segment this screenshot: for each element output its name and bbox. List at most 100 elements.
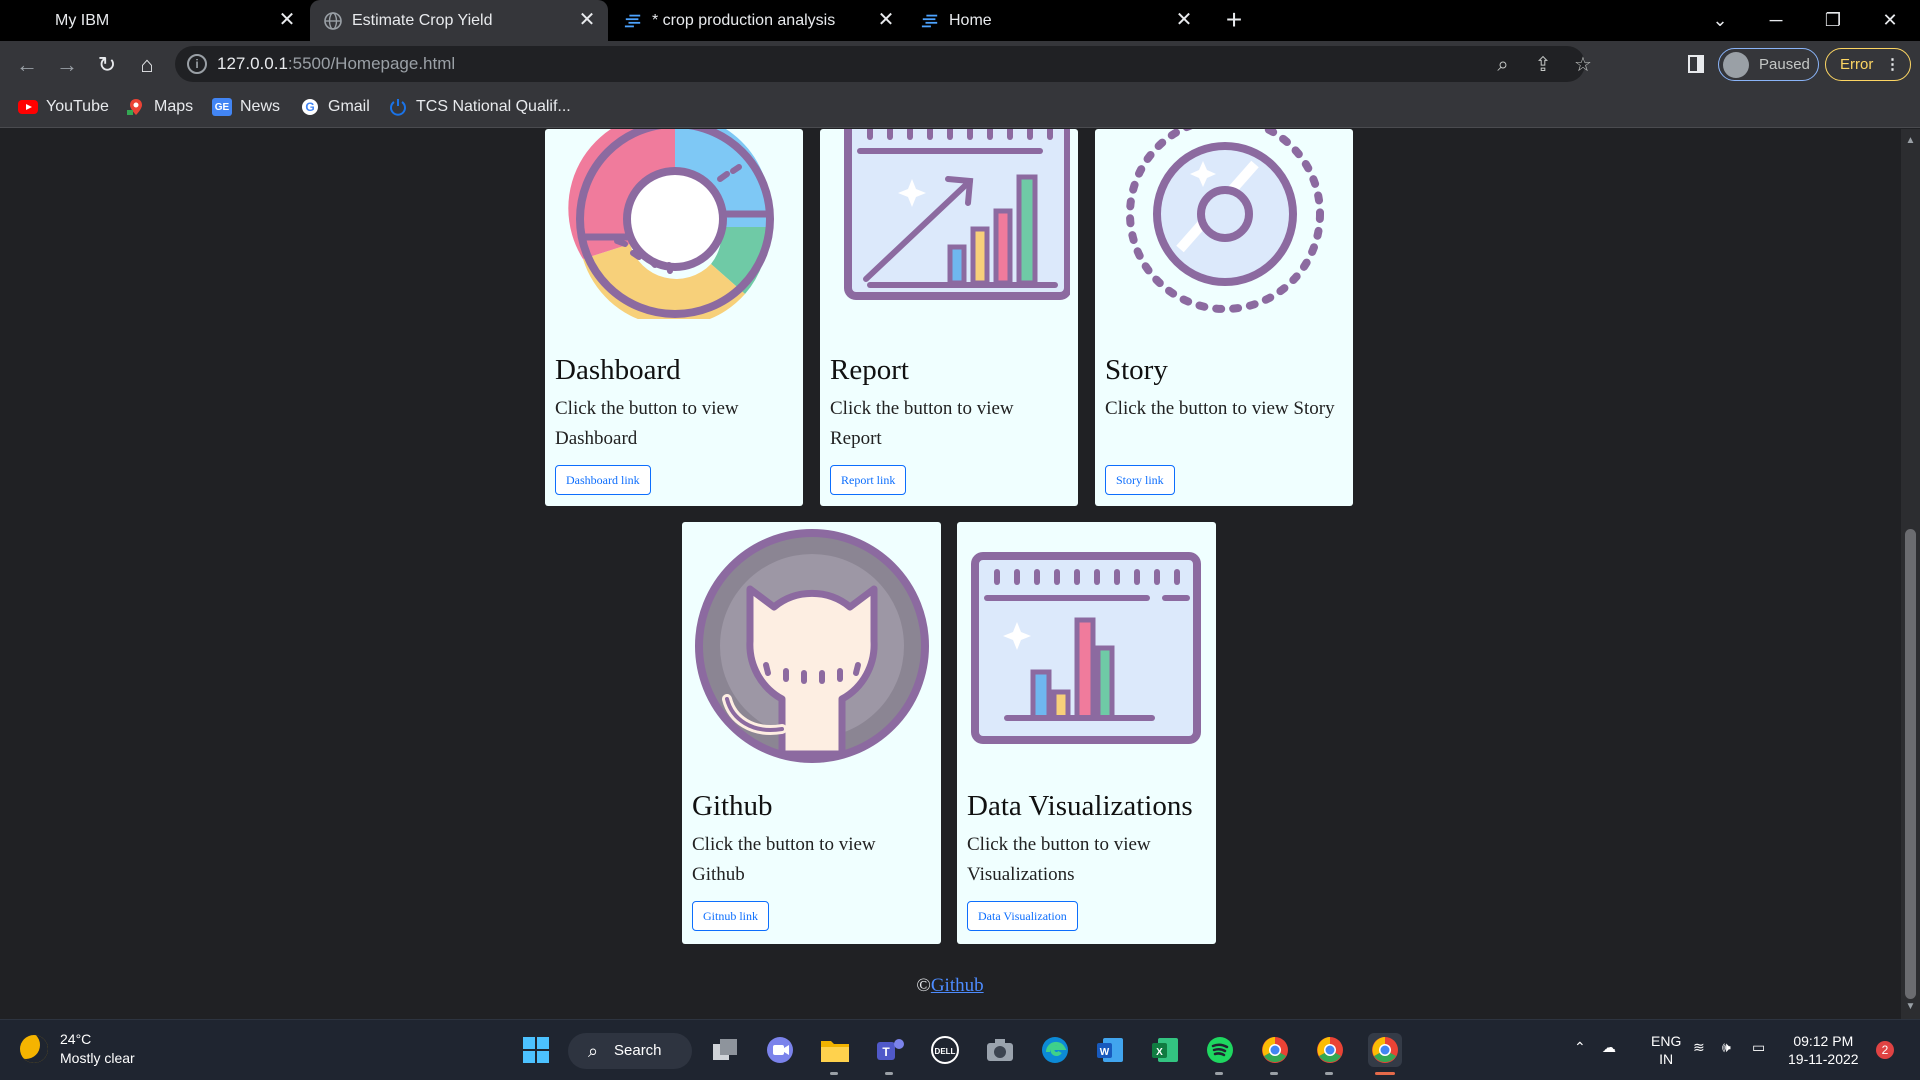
google-icon: G — [300, 98, 320, 116]
dell-icon[interactable]: DELL — [928, 1033, 962, 1067]
tab-strip: My IBM ✕ Estimate Crop Yield ✕ * crop pr… — [0, 0, 1920, 41]
new-tab-button[interactable]: + — [1220, 6, 1248, 34]
forward-arrow-icon[interactable]: → — [52, 50, 82, 80]
back-arrow-icon[interactable]: ← — [12, 50, 42, 80]
restore-icon[interactable]: ❐ — [1813, 6, 1853, 34]
search-label: Search — [614, 1042, 662, 1059]
excel-icon[interactable]: X — [1148, 1033, 1182, 1067]
dashboard-link-button[interactable]: Dashboard link — [555, 465, 651, 495]
show-hidden-icons[interactable]: ⌃ — [1574, 1038, 1586, 1056]
report-chart-icon — [830, 129, 1072, 349]
home-icon[interactable]: ⌂ — [132, 50, 162, 80]
tab-search-chevron-icon[interactable]: ⌄ — [1700, 6, 1740, 34]
spotify-icon[interactable] — [1203, 1033, 1237, 1067]
error-button[interactable]: Error ⋮ — [1825, 48, 1911, 81]
site-info-icon[interactable]: i — [187, 54, 207, 74]
onedrive-icon[interactable]: ☁ — [1602, 1038, 1616, 1056]
bookmark-maps[interactable]: Maps — [126, 98, 193, 116]
card-title: Github — [692, 790, 773, 822]
close-window-icon[interactable]: ✕ — [1870, 6, 1910, 34]
tab-home[interactable]: Home ✕ — [909, 0, 1205, 41]
page-scrollbar[interactable]: ▲ ▼ — [1901, 129, 1920, 1019]
bookmark-gmail[interactable]: G Gmail — [300, 98, 370, 116]
github-link-button[interactable]: Gitnub link — [692, 901, 770, 931]
zoom-icon[interactable]: ⌕ — [1490, 52, 1516, 78]
clock-time: 09:12 PM — [1793, 1033, 1854, 1049]
taskbar-search[interactable]: ⌕ Search — [568, 1033, 692, 1069]
camera-icon[interactable] — [983, 1033, 1017, 1067]
reload-icon[interactable]: ↻ — [92, 50, 122, 80]
tab-my-ibm[interactable]: My IBM ✕ — [0, 0, 308, 41]
footer-github-link[interactable]: Github — [931, 975, 984, 996]
running-indicator — [830, 1072, 838, 1075]
volume-icon[interactable]: 🕪 — [1722, 1038, 1731, 1056]
close-tab-icon[interactable]: ✕ — [276, 9, 298, 31]
scrollbar-thumb[interactable] — [1905, 529, 1916, 999]
card-description: Click the button to view Dashboard — [555, 398, 739, 449]
bookmark-label: TCS National Qualif... — [416, 98, 571, 115]
running-indicator — [885, 1072, 893, 1075]
windows-taskbar: 24°C Mostly clear ⌕ Search T DELL W X ⌃ … — [0, 1019, 1920, 1080]
chrome-profile-icon[interactable] — [1258, 1033, 1292, 1067]
bookmark-label: News — [240, 98, 281, 115]
bookmark-star-icon[interactable]: ☆ — [1570, 52, 1596, 78]
battery-icon[interactable]: ▭ — [1752, 1038, 1765, 1056]
side-panel-icon[interactable] — [1688, 55, 1704, 73]
close-tab-icon[interactable]: ✕ — [875, 9, 897, 31]
story-link-button[interactable]: Story link — [1105, 465, 1175, 495]
edge-icon[interactable] — [1038, 1033, 1072, 1067]
close-tab-icon[interactable]: ✕ — [1173, 9, 1195, 31]
address-path: :5500/Homepage.html — [287, 54, 456, 73]
address-bar[interactable]: i 127.0.0.1:5500/Homepage.html ⌕ ⇪ ☆ — [175, 46, 1592, 82]
chrome-active-icon[interactable] — [1368, 1033, 1402, 1067]
scroll-up-icon[interactable]: ▲ — [1905, 135, 1916, 146]
card-github: Github Click the button to view Github G… — [682, 522, 941, 944]
file-explorer-icon[interactable] — [818, 1033, 852, 1067]
page-footer: ©Github — [0, 975, 1900, 997]
tab-title: * crop production analysis — [652, 11, 836, 29]
card-title: Report — [830, 354, 909, 386]
page-viewport: Dashboard Click the button to view Dashb… — [0, 129, 1920, 1019]
windows-start-icon[interactable] — [519, 1033, 553, 1067]
avatar — [1723, 51, 1749, 78]
bookmark-youtube[interactable]: YouTube — [18, 98, 109, 116]
globe-icon — [324, 11, 342, 30]
bookmark-news[interactable]: GE News — [212, 98, 280, 116]
minimize-icon[interactable]: ─ — [1756, 6, 1796, 34]
data-visualization-button[interactable]: Data Visualization — [967, 901, 1078, 931]
address-host: 127.0.0.1 — [217, 54, 288, 73]
task-view-icon[interactable] — [708, 1033, 742, 1067]
share-icon[interactable]: ⇪ — [1530, 52, 1556, 78]
chrome-icon[interactable] — [1313, 1033, 1347, 1067]
language-indicator[interactable]: ENG IN — [1651, 1032, 1681, 1068]
bookmark-tcs[interactable]: TCS National Qualif... — [388, 98, 571, 116]
running-indicator — [1215, 1072, 1223, 1075]
bookmark-label: Maps — [154, 98, 194, 115]
profile-button[interactable]: Paused — [1718, 48, 1819, 81]
weather-widget[interactable]: 24°C Mostly clear — [20, 1030, 135, 1068]
wifi-icon[interactable]: ≋ — [1693, 1038, 1705, 1056]
donut-chart-icon — [555, 129, 795, 349]
bar-chart-window-icon — [967, 552, 1207, 782]
weather-temp: 24°C — [60, 1031, 92, 1047]
menu-dots-icon[interactable]: ⋮ — [1885, 49, 1900, 80]
profile-status: Paused — [1759, 56, 1810, 73]
tab-estimate-crop-yield[interactable]: Estimate Crop Yield ✕ — [310, 0, 608, 41]
scroll-down-icon[interactable]: ▼ — [1905, 1001, 1916, 1012]
story-disc-icon — [1105, 129, 1345, 349]
notification-badge[interactable]: 2 — [1876, 1041, 1894, 1059]
teams-icon[interactable]: T — [873, 1033, 907, 1067]
card-dashboard: Dashboard Click the button to view Dashb… — [545, 129, 803, 506]
tab-title: Home — [949, 11, 992, 29]
card-report: Report Click the button to view Report R… — [820, 129, 1078, 506]
chat-icon[interactable] — [763, 1033, 797, 1067]
word-icon[interactable]: W — [1093, 1033, 1127, 1067]
search-icon: ⌕ — [588, 1041, 599, 1061]
cognos-icon — [624, 12, 642, 30]
clock[interactable]: 09:12 PM 19-11-2022 — [1788, 1032, 1859, 1068]
close-tab-icon[interactable]: ✕ — [576, 9, 598, 31]
address-url[interactable]: 127.0.0.1:5500/Homepage.html — [217, 54, 455, 74]
report-link-button[interactable]: Report link — [830, 465, 907, 495]
tab-crop-production-analysis[interactable]: * crop production analysis ✕ — [612, 0, 907, 41]
tab-title: My IBM — [55, 11, 110, 29]
